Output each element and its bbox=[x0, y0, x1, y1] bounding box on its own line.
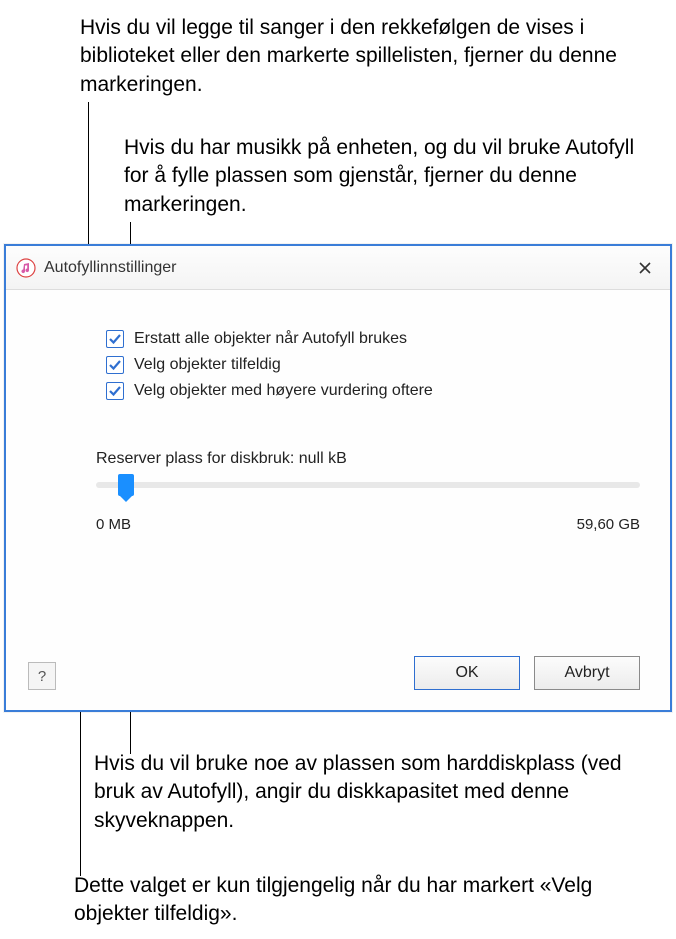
annotation-text: Hvis du vil bruke noe av plassen som har… bbox=[94, 750, 664, 835]
checkbox-random[interactable] bbox=[106, 356, 124, 374]
checkbox-row-random: Velg objekter tilfeldig bbox=[106, 356, 640, 374]
ok-button[interactable]: OK bbox=[414, 656, 520, 690]
slider-max-label: 59,60 GB bbox=[577, 516, 640, 533]
slider-label: Reserver plass for diskbruk: null kB bbox=[96, 450, 640, 468]
checkbox-higher-rating[interactable] bbox=[106, 382, 124, 400]
dialog-title: Autofyllinnstillinger bbox=[44, 259, 630, 277]
dialog-button-row: OK Avbryt bbox=[414, 656, 640, 690]
close-button[interactable] bbox=[630, 253, 660, 283]
annotation-text: Hvis du vil legge til sanger i den rekke… bbox=[80, 14, 630, 99]
titlebar: Autofyllinnstillinger bbox=[6, 246, 670, 290]
slider-min-label: 0 MB bbox=[96, 516, 131, 533]
checkbox-replace-all[interactable] bbox=[106, 330, 124, 348]
annotation-text: Hvis du har musikk på enheten, og du vil… bbox=[124, 134, 664, 219]
cancel-button[interactable]: Avbryt bbox=[534, 656, 640, 690]
checkbox-row-replace-all: Erstatt alle objekter når Autofyll bruke… bbox=[106, 330, 640, 348]
slider-thumb[interactable] bbox=[118, 474, 134, 496]
dialog-body: Erstatt alle objekter når Autofyll bruke… bbox=[6, 290, 670, 710]
slider-range: 0 MB 59,60 GB bbox=[96, 516, 640, 533]
autofill-settings-dialog: Autofyllinnstillinger Erstatt alle objek… bbox=[4, 244, 672, 712]
annotation-text: Dette valget er kun tilgjengelig når du … bbox=[74, 872, 644, 929]
disk-space-slider[interactable] bbox=[96, 482, 640, 488]
checkbox-row-higher-rating: Velg objekter med høyere vurdering ofter… bbox=[106, 382, 640, 400]
checkbox-label: Velg objekter med høyere vurdering ofter… bbox=[134, 382, 433, 400]
help-button[interactable]: ? bbox=[28, 662, 56, 690]
checkbox-label: Erstatt alle objekter når Autofyll bruke… bbox=[134, 330, 407, 348]
checkbox-label: Velg objekter tilfeldig bbox=[134, 356, 281, 374]
itunes-icon bbox=[16, 258, 36, 278]
slider-section: Reserver plass for diskbruk: null kB 0 M… bbox=[96, 450, 640, 533]
